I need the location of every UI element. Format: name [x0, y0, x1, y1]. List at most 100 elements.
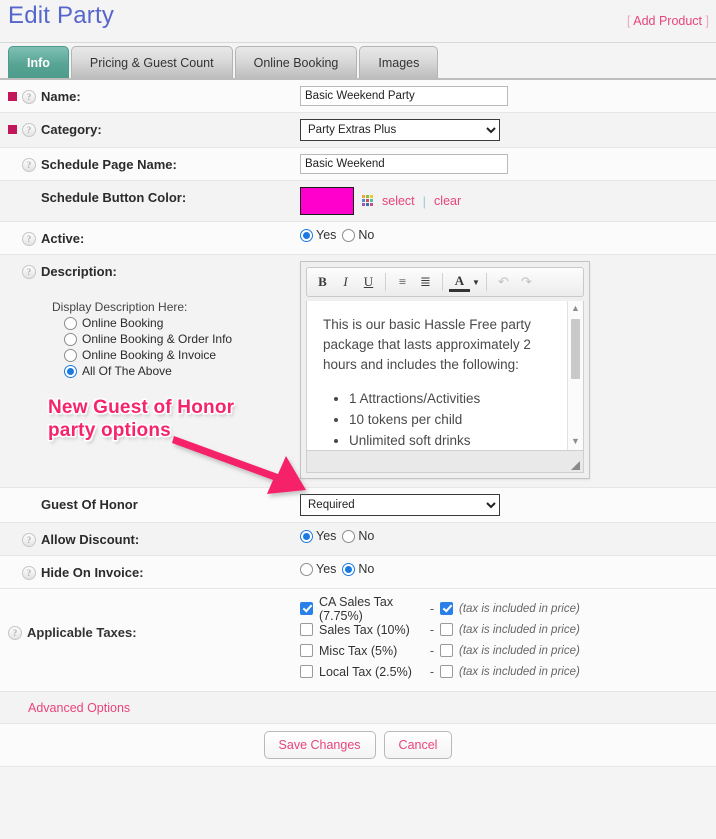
row-name: ? Name:	[0, 80, 716, 113]
editor-content-area[interactable]: This is our basic Hassle Free party pack…	[306, 301, 584, 451]
radio-hide-on-invoice-yes[interactable]	[300, 562, 313, 576]
checkbox-tax-included[interactable]	[440, 623, 453, 636]
allow-discount-control: Yes No	[300, 523, 716, 549]
active-yes-option[interactable]: Yes	[300, 228, 336, 242]
required-marker-placeholder	[8, 160, 17, 169]
applicable-taxes-control: CA Sales Tax (7.75%) - (tax is included …	[300, 589, 716, 691]
scrollbar-thumb[interactable]	[571, 319, 580, 379]
display-option-label: Online Booking & Invoice	[82, 348, 217, 362]
guest-of-honor-label-cell: ? Guest Of Honor	[0, 488, 300, 520]
radio-active-yes[interactable]	[300, 228, 313, 242]
numbered-list-icon[interactable]: ≡	[392, 272, 413, 293]
active-label: Active:	[41, 231, 85, 246]
checkbox-tax-included[interactable]	[440, 665, 453, 678]
save-changes-button[interactable]: Save Changes	[263, 731, 376, 759]
required-marker-placeholder	[8, 193, 17, 202]
scroll-down-icon[interactable]: ▼	[568, 434, 583, 448]
display-option-online-booking-invoice[interactable]: Online Booking & Invoice	[64, 348, 294, 362]
radio-active-no[interactable]	[342, 228, 356, 242]
tab-info[interactable]: Info	[8, 46, 69, 78]
help-icon[interactable]: ?	[22, 532, 36, 547]
radio-online-booking-invoice[interactable]	[64, 348, 77, 362]
add-product-link[interactable]: [ Add Product ]	[627, 14, 709, 28]
allow-discount-no-option[interactable]: No	[342, 529, 374, 543]
display-option-online-booking[interactable]: Online Booking	[64, 316, 294, 330]
color-swatch[interactable]	[300, 187, 354, 215]
palette-icon	[362, 195, 374, 207]
radio-online-booking-order-info[interactable]	[64, 332, 77, 346]
color-clear-link[interactable]: clear	[434, 194, 461, 208]
tab-online-booking[interactable]: Online Booking	[234, 46, 358, 78]
tax-item-row: CA Sales Tax (7.75%) - (tax is included …	[300, 595, 716, 623]
category-select[interactable]: Party Extras Plus	[300, 119, 500, 141]
hide-on-invoice-label: Hide On Invoice:	[41, 565, 144, 580]
tab-bar: Info Pricing & Guest Count Online Bookin…	[0, 43, 716, 80]
guest-of-honor-select[interactable]: Required	[300, 494, 500, 516]
radio-allow-discount-yes[interactable]	[300, 529, 313, 543]
editor-scrollbar[interactable]: ▲ ▼	[567, 301, 583, 450]
checkbox-tax-enabled[interactable]	[300, 644, 313, 657]
schedule-page-name-input[interactable]	[300, 154, 508, 174]
display-description-options: Online Booking Online Booking & Order In…	[64, 316, 294, 378]
help-icon[interactable]: ?	[22, 264, 36, 279]
cancel-button[interactable]: Cancel	[383, 731, 453, 759]
checkbox-tax-enabled[interactable]	[300, 623, 313, 636]
checkbox-tax-included[interactable]	[440, 644, 453, 657]
tax-item-row: Local Tax (2.5%) - (tax is included in p…	[300, 661, 716, 682]
tab-pricing-guest-count[interactable]: Pricing & Guest Count	[70, 46, 233, 78]
redo-icon[interactable]: ↷	[516, 272, 537, 293]
color-select-link[interactable]: select	[382, 194, 415, 208]
radio-allow-discount-no[interactable]	[342, 529, 356, 543]
schedule-page-name-label-cell: ? Schedule Page Name:	[0, 148, 300, 180]
radio-all-of-the-above[interactable]	[64, 364, 77, 378]
font-color-icon[interactable]: A	[449, 272, 470, 292]
toolbar-divider	[385, 273, 386, 291]
tax-dash: -	[429, 601, 435, 616]
hide-on-invoice-control: Yes No	[300, 556, 716, 582]
name-input[interactable]	[300, 86, 508, 106]
bulleted-list-icon[interactable]: ≣	[415, 272, 436, 293]
help-icon[interactable]: ?	[22, 231, 36, 246]
allow-discount-no-label: No	[358, 529, 375, 543]
applicable-taxes-label: Applicable Taxes:	[27, 625, 137, 640]
toolbar-divider	[486, 273, 487, 291]
italic-icon[interactable]: I	[335, 272, 356, 293]
rich-text-editor: B I U ≡ ≣ A ▼ ↶ ↷ This is our basic Hass…	[300, 261, 590, 479]
row-schedule-button-color: ? Schedule Button Color: select | clear	[0, 181, 716, 222]
undo-icon[interactable]: ↶	[493, 272, 514, 293]
help-icon[interactable]: ?	[22, 157, 36, 172]
display-option-online-booking-order-info[interactable]: Online Booking & Order Info	[64, 332, 294, 346]
tax-included-label: (tax is included in price)	[459, 623, 580, 636]
checkbox-tax-enabled[interactable]	[300, 665, 313, 678]
help-icon[interactable]: ?	[8, 625, 22, 640]
editor-bullet-item: 1 Attractions/Activities	[349, 389, 565, 409]
tax-dash: -	[429, 664, 435, 679]
bold-icon[interactable]: B	[312, 272, 333, 293]
resize-grip-icon[interactable]	[571, 461, 580, 470]
tab-images[interactable]: Images	[359, 46, 439, 78]
form-actions: Save Changes Cancel	[0, 724, 716, 767]
hide-on-invoice-yes-option[interactable]: Yes	[300, 562, 336, 576]
allow-discount-yes-option[interactable]: Yes	[300, 529, 336, 543]
radio-online-booking[interactable]	[64, 316, 77, 330]
checkbox-tax-included[interactable]	[440, 602, 453, 615]
editor-content: This is our basic Hassle Free party pack…	[307, 301, 583, 450]
allow-discount-label: Allow Discount:	[41, 532, 140, 547]
chevron-down-icon[interactable]: ▼	[472, 272, 480, 293]
advanced-options-link[interactable]: Advanced Options	[28, 701, 130, 715]
scroll-up-icon[interactable]: ▲	[568, 301, 583, 315]
tax-name-label: Local Tax (2.5%)	[319, 664, 412, 679]
underline-icon[interactable]: U	[358, 272, 379, 293]
hide-on-invoice-no-option[interactable]: No	[342, 562, 374, 576]
checkbox-tax-enabled[interactable]	[300, 602, 313, 615]
schedule-button-color-label-cell: ? Schedule Button Color:	[0, 181, 300, 213]
active-no-option[interactable]: No	[342, 228, 374, 242]
help-icon[interactable]: ?	[22, 122, 36, 137]
tax-name-label: Sales Tax (10%)	[319, 622, 410, 637]
help-icon[interactable]: ?	[22, 89, 36, 104]
help-icon[interactable]: ?	[22, 565, 36, 580]
display-option-all-of-the-above[interactable]: All Of The Above	[64, 364, 294, 378]
radio-hide-on-invoice-no[interactable]	[342, 562, 356, 576]
tax-included-label: (tax is included in price)	[459, 665, 580, 678]
required-marker-placeholder	[8, 267, 17, 276]
